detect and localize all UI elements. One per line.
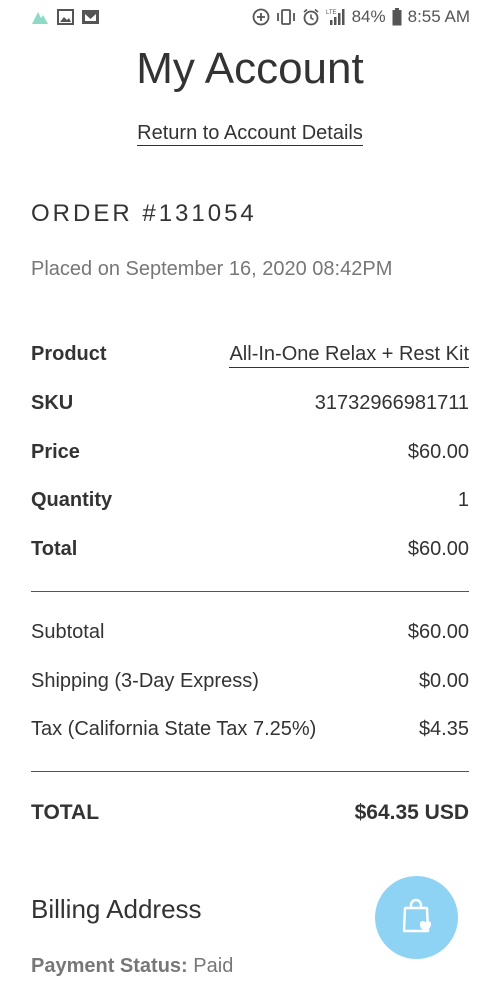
summary-value: $0.00 <box>418 670 469 692</box>
detail-row-quantity: Quantity 1 <box>31 489 469 512</box>
detail-value: 1 <box>457 489 469 511</box>
data-saver-icon <box>252 8 270 26</box>
signal-icon: LTE <box>326 8 346 26</box>
status-bar-left <box>30 9 100 25</box>
payment-status-label: Payment Status: <box>31 955 188 977</box>
divider <box>31 591 469 592</box>
divider <box>31 771 469 772</box>
vibrate-icon <box>276 9 296 25</box>
summary-row-subtotal: Subtotal $60.00 <box>31 621 469 644</box>
detail-label: Total <box>31 538 78 560</box>
order-placed-date: Placed on September 16, 2020 08:42PM <box>31 258 393 280</box>
order-number: ORDER #131054 <box>31 200 257 227</box>
return-link-container: Return to Account Details <box>0 122 500 146</box>
summary-label: Shipping (3-Day Express) <box>31 670 259 692</box>
detail-label: SKU <box>31 392 74 414</box>
payment-status: Payment Status: Paid <box>31 955 233 978</box>
status-bar-right: LTE 84% 8:55 AM <box>252 7 470 27</box>
detail-label: Quantity <box>31 489 113 511</box>
svg-text:LTE: LTE <box>326 10 337 16</box>
status-bar: LTE 84% 8:55 AM <box>0 0 500 34</box>
detail-row-price: Price $60.00 <box>31 441 469 464</box>
battery-icon <box>392 8 402 26</box>
detail-value: $60.00 <box>407 538 469 560</box>
battery-percent: 84% <box>351 7 386 26</box>
detail-value: $60.00 <box>407 441 469 463</box>
detail-row-product: Product All-In-One Relax + Rest Kit <box>31 343 469 368</box>
payment-status-value: Paid <box>193 955 234 977</box>
summary-row-tax: Tax (California State Tax 7.25%) $4.35 <box>31 718 469 741</box>
product-link[interactable]: All-In-One Relax + Rest Kit <box>229 343 469 368</box>
summary-value: $60.00 <box>407 621 469 643</box>
detail-row-total: Total $60.00 <box>31 538 469 561</box>
wishlist-fab-button[interactable] <box>375 876 458 959</box>
gmail-icon <box>81 9 100 25</box>
summary-label: Tax (California State Tax 7.25%) <box>31 718 317 740</box>
detail-value: 31732966981711 <box>314 392 469 414</box>
detail-label: Price <box>31 441 80 463</box>
app-logo-icon <box>30 9 50 25</box>
billing-address-heading: Billing Address <box>31 894 202 924</box>
grand-total-label: TOTAL <box>31 801 100 824</box>
summary-value: $4.35 <box>418 718 469 740</box>
summary-label: Subtotal <box>31 621 105 643</box>
return-to-account-details-link[interactable]: Return to Account Details <box>137 122 363 146</box>
image-icon <box>57 9 74 25</box>
grand-total-value: $64.35 USD <box>354 801 469 824</box>
clock: 8:55 AM <box>407 7 470 26</box>
grand-total-row: TOTAL $64.35 USD <box>31 801 469 825</box>
detail-row-sku: SKU 31732966981711 <box>31 392 469 415</box>
alarm-icon <box>302 8 320 26</box>
summary-row-shipping: Shipping (3-Day Express) $0.00 <box>31 670 469 693</box>
shopping-bag-heart-icon <box>396 894 438 941</box>
detail-label: Product <box>31 343 107 365</box>
page-title: My Account <box>136 44 364 93</box>
